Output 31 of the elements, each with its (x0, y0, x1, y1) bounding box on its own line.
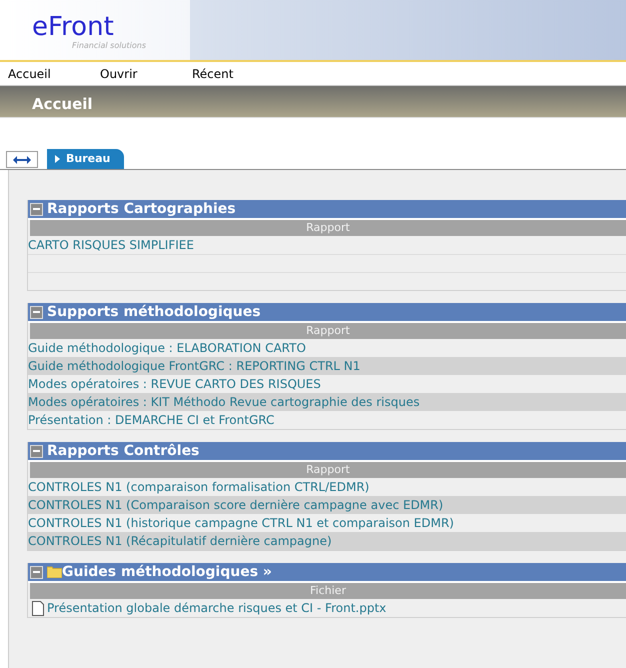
page-title: Accueil (32, 94, 93, 114)
section-title: Supports méthodologiques (47, 305, 261, 319)
section-title: Rapports Contrôles (47, 444, 200, 458)
file-icon (32, 600, 44, 616)
section-title: Rapports Cartographies (47, 202, 236, 216)
triangle-icon (55, 155, 60, 163)
section-title: Guides méthodologiques » (62, 565, 272, 579)
menu-item[interactable]: Récent (184, 64, 276, 82)
tab[interactable]: Bureau (47, 149, 124, 169)
report-link[interactable]: Présentation globale démarche risques et CI - Front.pptx (47, 599, 386, 617)
menu-item[interactable]: Ouvrir (92, 64, 184, 82)
folder-icon (47, 566, 62, 578)
report-link[interactable]: Guide méthodologique : ELABORATION CARTO (28, 339, 306, 357)
report-link[interactable]: Modes opératoires : REVUE CARTO DES RISQUES (28, 375, 321, 393)
column-header: Fichier (28, 583, 626, 599)
report-link[interactable]: CONTROLES N1 (historique campagne CTRL N1 et comparaison EDMR) (28, 514, 454, 532)
logo-name: eFront (32, 14, 114, 40)
logo-tagline: Financial solutions (71, 40, 148, 52)
collapse-icon[interactable] (30, 306, 43, 318)
menu-item[interactable]: Accueil (0, 64, 92, 82)
column-header: Rapport (28, 323, 626, 339)
double-arrow-icon (13, 156, 31, 164)
column-header: Rapport (28, 220, 626, 236)
collapse-icon[interactable] (30, 444, 43, 458)
report-link[interactable]: CONTROLES N1 (comparaison formalisation CTRL/EDMR) (28, 478, 370, 496)
report-link[interactable]: Présentation : DEMARCHE CI et FrontGRC (28, 411, 274, 429)
report-link[interactable]: CARTO RISQUES SIMPLIFIEE (28, 236, 194, 254)
swap-button[interactable] (6, 151, 38, 168)
collapse-icon[interactable] (30, 566, 43, 578)
column-header: Rapport (28, 462, 626, 478)
collapse-icon[interactable] (30, 202, 43, 216)
